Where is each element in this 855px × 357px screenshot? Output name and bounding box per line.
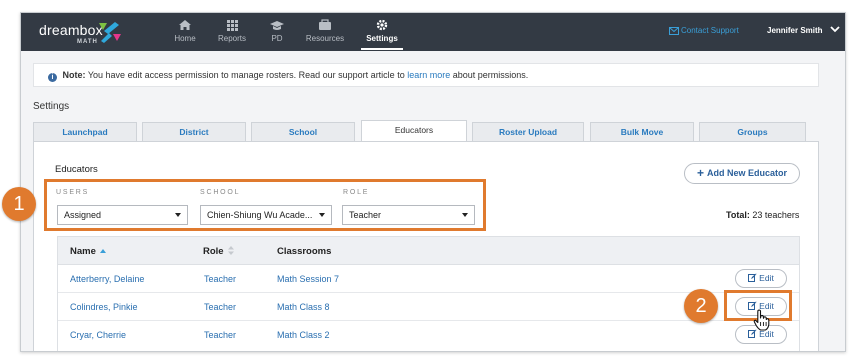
classroom-link[interactable]: Math Class 2 xyxy=(277,330,330,340)
chevron-down-icon[interactable] xyxy=(830,24,840,34)
table-row: Cryar, Cherrie Teacher Math Class 2 Edit xyxy=(58,321,799,349)
home-icon xyxy=(179,20,191,30)
classroom-link[interactable]: Math Session 7 xyxy=(277,274,339,284)
educator-name-link[interactable]: Cryar, Cherrie xyxy=(70,330,126,340)
nav-label: PD xyxy=(271,34,283,43)
callout-badge-2: 2 xyxy=(684,289,718,323)
classroom-link[interactable]: Math Class 8 xyxy=(277,302,330,312)
hand-pointer-icon xyxy=(753,309,770,331)
table-row: Atterberry, Delaine Teacher Math Session… xyxy=(58,265,799,293)
note-bold: Note: xyxy=(62,70,86,80)
tab-roster-upload[interactable]: Roster Upload xyxy=(472,122,584,141)
nav-resources[interactable]: Resources xyxy=(303,18,347,48)
add-educator-label: Add New Educator xyxy=(707,168,788,178)
grid-icon xyxy=(227,20,238,31)
tab-groups[interactable]: Groups xyxy=(699,122,806,141)
plus-icon: + xyxy=(696,166,704,180)
table-header: Name Role Classrooms xyxy=(58,237,799,265)
nav-label: Home xyxy=(174,34,196,43)
nav-pd[interactable]: PD xyxy=(267,18,287,48)
logo-word: dreambox xyxy=(39,22,103,38)
tab-launchpad[interactable]: Launchpad xyxy=(33,122,137,141)
envelope-icon xyxy=(669,27,679,35)
page-title: Settings xyxy=(33,101,70,112)
column-label: Role xyxy=(203,246,224,257)
learn-more-link[interactable]: learn more xyxy=(407,70,450,80)
nav-label: Resources xyxy=(305,34,345,43)
role-cell: Teacher xyxy=(204,274,237,284)
column-label: Name xyxy=(70,246,96,257)
tab-district[interactable]: District xyxy=(142,122,246,141)
info-icon: i xyxy=(48,73,57,82)
total-label: Total: xyxy=(726,210,750,220)
sort-ascending-icon xyxy=(99,249,106,253)
dreambox-logo[interactable]: dreambox MATH xyxy=(39,20,129,46)
top-nav: dreambox MATH Home Reports PD Resources xyxy=(21,13,845,51)
permission-note: i Note: You have edit access permission … xyxy=(33,63,819,87)
role-cell: Teacher xyxy=(204,330,237,340)
section-title: Educators xyxy=(55,164,98,175)
column-role[interactable]: Role xyxy=(203,246,234,257)
tab-educators[interactable]: Educators xyxy=(361,120,467,141)
educator-name-link[interactable]: Atterberry, Delaine xyxy=(70,274,144,284)
edit-label: Edit xyxy=(759,273,774,283)
educator-name-link[interactable]: Colindres, Pinkie xyxy=(70,302,138,312)
tab-bulk-move[interactable]: Bulk Move xyxy=(590,122,694,141)
note-text: You have edit access permission to manag… xyxy=(87,70,405,80)
contact-label: Contact Support xyxy=(681,26,739,35)
settings-tabs: Launchpad District School Educators Rost… xyxy=(33,120,819,141)
gear-icon xyxy=(376,19,388,31)
nav-label: Settings xyxy=(366,34,398,43)
nav-reports[interactable]: Reports xyxy=(217,18,247,48)
edit-icon xyxy=(748,273,757,282)
nav-home[interactable]: Home xyxy=(173,18,197,48)
contact-support-link[interactable]: Contact Support xyxy=(669,26,739,35)
tab-school[interactable]: School xyxy=(251,122,355,141)
sort-icon xyxy=(227,246,234,255)
role-cell: Teacher xyxy=(204,302,237,312)
total-value: 23 teachers xyxy=(752,210,800,220)
graduation-cap-icon xyxy=(270,21,284,30)
nav-settings[interactable]: Settings xyxy=(361,18,403,50)
briefcase-icon xyxy=(319,19,331,30)
edit-button[interactable]: Edit xyxy=(735,269,787,288)
user-menu[interactable]: Jennifer Smith xyxy=(767,26,823,35)
logo-mark-icon xyxy=(99,22,121,43)
nav-label: Reports xyxy=(217,34,246,43)
filters-highlight-box xyxy=(44,179,486,231)
note-tail: about permissions. xyxy=(452,70,529,80)
total-count: Total: 23 teachers xyxy=(726,210,799,220)
column-classrooms[interactable]: Classrooms xyxy=(277,246,331,257)
callout-badge-1: 1 xyxy=(2,187,36,221)
column-name[interactable]: Name xyxy=(70,246,106,257)
add-new-educator-button[interactable]: + Add New Educator xyxy=(684,163,800,184)
